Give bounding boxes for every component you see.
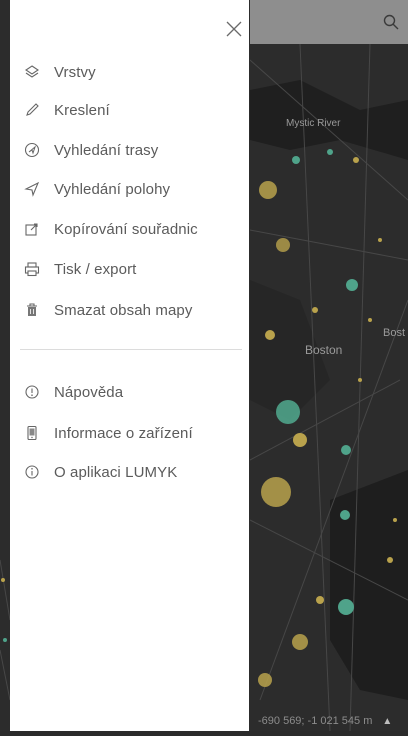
- menu-item-tisk-export[interactable]: Tisk / export: [10, 255, 249, 283]
- trash-icon: [24, 302, 40, 318]
- location-arrow-icon: [24, 181, 40, 197]
- menu-item-label: Vyhledání polohy: [54, 180, 171, 198]
- menu-item-informace-o-zarizeni[interactable]: Informace o zařízení: [10, 419, 249, 447]
- menu-item-kresleni[interactable]: Kreslení: [10, 96, 249, 124]
- menu-item-o-aplikaci[interactable]: O aplikaci LUMYK: [10, 458, 249, 486]
- map-label-edge-city: Bost: [383, 327, 406, 339]
- menu-item-label: Nápověda: [54, 383, 124, 401]
- menu-item-vrstvy[interactable]: Vrstvy: [10, 58, 249, 86]
- route-icon: [24, 142, 40, 158]
- menu-item-label: O aplikaci LUMYK: [54, 463, 178, 481]
- close-icon: [226, 21, 242, 37]
- copy-icon: [24, 221, 40, 237]
- menu-item-label: Informace o zařízení: [54, 424, 193, 442]
- coordinates-readout: -690 569; -1 021 545 m ▲: [258, 712, 408, 730]
- menu-item-label: Tisk / export: [54, 260, 137, 278]
- coordinates-text: -690 569; -1 021 545 m: [258, 715, 373, 727]
- sort-arrows-icon[interactable]: ▲: [382, 716, 392, 727]
- map-label-city: Boston: [305, 343, 343, 357]
- search-button[interactable]: [374, 6, 408, 38]
- menu-item-vyhledani-polohy[interactable]: Vyhledání polohy: [10, 175, 249, 203]
- menu-item-label: Vyhledání trasy: [54, 141, 159, 159]
- info-icon: [24, 464, 40, 480]
- device-icon: [24, 425, 40, 441]
- pencil-icon: [24, 102, 40, 118]
- menu-item-vyhledani-trasy[interactable]: Vyhledání trasy: [10, 136, 249, 164]
- map-label-river: Mystic River: [286, 118, 341, 129]
- help-icon: [24, 384, 40, 400]
- map-top-bar: [250, 0, 408, 44]
- search-icon: [383, 14, 399, 30]
- menu-item-smazat-obsah-mapy[interactable]: Smazat obsah mapy: [10, 296, 249, 324]
- menu-item-label: Kopírování souřadnic: [54, 220, 198, 238]
- menu-item-kopirovani-souradnic[interactable]: Kopírování souřadnic: [10, 215, 249, 243]
- navigation-drawer: Vrstvy Kreslení Vyhledání trasy Vyhledán…: [10, 0, 249, 731]
- close-button[interactable]: [223, 18, 245, 40]
- menu-item-label: Kreslení: [54, 101, 110, 119]
- menu-item-label: Vrstvy: [54, 63, 96, 81]
- menu-item-label: Smazat obsah mapy: [54, 301, 193, 319]
- layers-icon: [24, 64, 40, 80]
- menu-divider: [20, 349, 242, 350]
- print-icon: [24, 261, 40, 277]
- menu-item-napoveda[interactable]: Nápověda: [10, 378, 249, 406]
